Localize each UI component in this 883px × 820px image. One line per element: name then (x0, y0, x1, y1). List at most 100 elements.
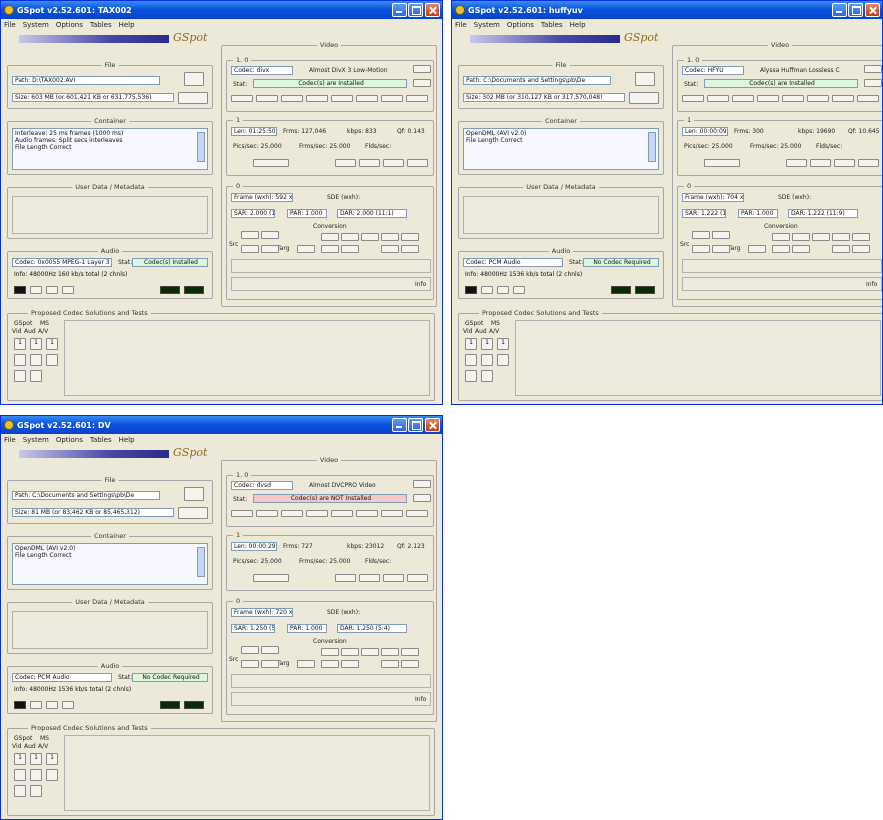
codec-search-button[interactable] (413, 494, 431, 502)
conversion-button[interactable] (381, 233, 399, 241)
stream-button[interactable] (858, 159, 879, 167)
audio-button[interactable] (30, 701, 42, 709)
proposed-test-button[interactable] (481, 354, 493, 366)
menu-item[interactable]: Help (570, 21, 586, 29)
minimize-button[interactable] (832, 3, 847, 17)
conversion-button[interactable] (261, 231, 279, 239)
maximize-button[interactable] (408, 418, 423, 432)
menu-item[interactable]: File (4, 21, 16, 29)
conversion-button[interactable] (381, 245, 399, 253)
proposed-test-button[interactable]: 1 (46, 338, 58, 350)
stream-button[interactable] (810, 159, 831, 167)
stream-button[interactable] (786, 159, 807, 167)
codec-action-button[interactable] (281, 95, 303, 102)
menu-item[interactable]: Tables (541, 21, 563, 29)
codec-action-button[interactable] (757, 95, 779, 102)
codec-search-button[interactable] (413, 79, 431, 87)
audio-button[interactable] (46, 701, 58, 709)
minimize-button[interactable] (392, 418, 407, 432)
container-scrollbar[interactable] (197, 132, 205, 162)
conversion-button[interactable] (297, 245, 315, 253)
conversion-button[interactable] (241, 231, 259, 239)
codec-action-button[interactable] (832, 95, 854, 102)
stream-button[interactable] (834, 159, 855, 167)
stream-button[interactable] (383, 574, 404, 582)
close-button[interactable] (425, 3, 440, 17)
conversion-button[interactable] (772, 233, 790, 241)
proposed-test-button[interactable]: 1 (46, 753, 58, 765)
proposed-test-button[interactable] (14, 769, 26, 781)
stream-button[interactable] (359, 159, 380, 167)
proposed-test-button[interactable] (30, 769, 42, 781)
codec-action-button[interactable] (732, 95, 754, 102)
menu-item[interactable]: Options (56, 436, 83, 444)
codec-info-button[interactable] (864, 65, 882, 73)
conversion-button[interactable] (832, 245, 850, 253)
conversion-button[interactable] (321, 245, 339, 253)
conversion-button[interactable] (381, 648, 399, 656)
codec-info-button[interactable] (413, 480, 431, 488)
menu-item[interactable]: System (23, 21, 49, 29)
proposed-test-button[interactable] (30, 785, 42, 797)
codec-action-button[interactable] (356, 510, 378, 517)
proposed-test-button[interactable] (14, 785, 26, 797)
conversion-button[interactable] (241, 646, 259, 654)
stream-button[interactable] (335, 574, 356, 582)
file-browse-button[interactable] (629, 92, 659, 104)
close-button[interactable] (865, 3, 880, 17)
audio-button[interactable] (62, 286, 74, 294)
conversion-button[interactable] (241, 660, 259, 668)
container-scrollbar[interactable] (197, 547, 205, 577)
container-scrollbar[interactable] (648, 132, 656, 162)
maximize-button[interactable] (408, 3, 423, 17)
file-browse-button[interactable] (178, 507, 208, 519)
stream-button[interactable] (407, 574, 428, 582)
proposed-test-button[interactable] (30, 354, 42, 366)
menu-item[interactable]: Tables (90, 436, 112, 444)
maximize-button[interactable] (848, 3, 863, 17)
stream-button[interactable] (407, 159, 428, 167)
codec-action-button[interactable] (406, 95, 428, 102)
file-open-button[interactable] (184, 72, 204, 86)
audio-button[interactable] (62, 701, 74, 709)
codec-action-button[interactable] (231, 510, 253, 517)
menu-item[interactable]: Options (56, 21, 83, 29)
menu-item[interactable]: File (4, 436, 16, 444)
stream-button[interactable] (359, 574, 380, 582)
audio-button[interactable] (30, 286, 42, 294)
conversion-button[interactable] (852, 233, 870, 241)
conversion-button[interactable] (692, 245, 710, 253)
conversion-button[interactable] (772, 245, 790, 253)
stream-button[interactable] (253, 159, 289, 167)
audio-button[interactable] (46, 286, 58, 294)
conversion-button[interactable] (401, 233, 419, 241)
conversion-button[interactable] (261, 660, 279, 668)
codec-action-button[interactable] (682, 95, 704, 102)
codec-action-button[interactable] (306, 510, 328, 517)
conversion-button[interactable] (261, 646, 279, 654)
codec-action-button[interactable] (331, 95, 353, 102)
file-open-button[interactable] (184, 487, 204, 501)
conversion-button[interactable] (401, 660, 419, 668)
codec-action-button[interactable] (331, 510, 353, 517)
conversion-button[interactable] (321, 648, 339, 656)
conversion-button[interactable] (748, 245, 766, 253)
codec-action-button[interactable] (231, 95, 253, 102)
stream-button[interactable] (253, 574, 289, 582)
conversion-button[interactable] (321, 233, 339, 241)
codec-action-button[interactable] (256, 95, 278, 102)
conversion-button[interactable] (401, 648, 419, 656)
proposed-test-button[interactable] (14, 354, 26, 366)
proposed-test-button[interactable] (30, 370, 42, 382)
codec-search-button[interactable] (864, 79, 882, 87)
audio-button[interactable] (497, 286, 509, 294)
minimize-button[interactable] (392, 3, 407, 17)
conversion-button[interactable] (341, 660, 359, 668)
conversion-button[interactable] (297, 660, 315, 668)
conversion-button[interactable] (792, 245, 810, 253)
conversion-button[interactable] (341, 233, 359, 241)
conversion-button[interactable] (381, 660, 399, 668)
conversion-button[interactable] (241, 245, 259, 253)
stream-button[interactable] (383, 159, 404, 167)
codec-action-button[interactable] (782, 95, 804, 102)
